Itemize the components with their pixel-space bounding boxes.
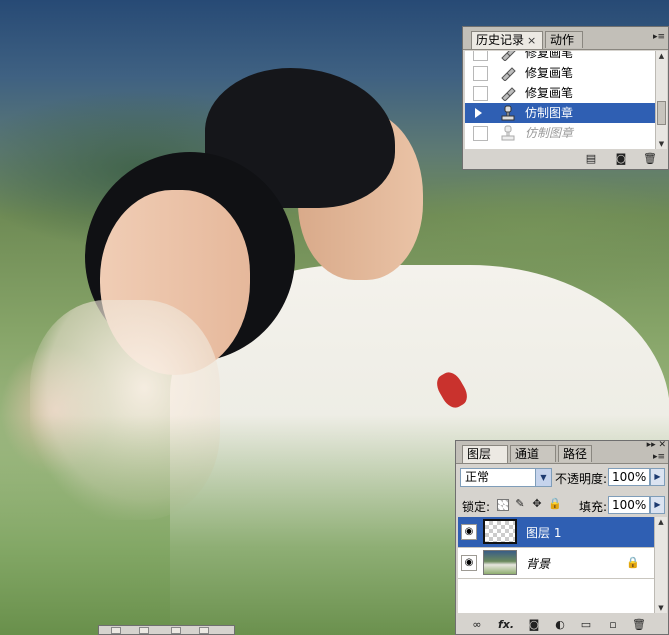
layers-tabbar: 图层× 通道× 路径 ▸▸ ✕ ▸≡ xyxy=(456,440,668,478)
fill-slider-button[interactable]: ▶ xyxy=(650,496,665,514)
lock-transparent-icon[interactable] xyxy=(497,499,509,511)
chevron-down-icon[interactable]: ▼ xyxy=(535,469,551,486)
history-item-label: 仿制图章 xyxy=(525,126,574,140)
layer-name[interactable]: 图层 1 xyxy=(526,524,561,541)
history-panel: 历史记录 × 动作 ▸≡ 修复画笔 修复画笔 修复画笔 仿制图章 仿制图章 ▲ … xyxy=(462,26,669,170)
blend-mode-value: 正常 xyxy=(465,470,490,484)
close-icon[interactable]: × xyxy=(527,34,536,47)
lock-all-icon[interactable]: 🔒 xyxy=(548,498,562,510)
history-tabbar: 历史记录 × 动作 ▸≡ xyxy=(463,27,668,50)
panel-menu-icon[interactable]: ▸≡ xyxy=(653,31,665,44)
opacity-field[interactable]: 100% xyxy=(608,468,650,486)
opacity-slider-button[interactable]: ▶ xyxy=(650,468,665,486)
tab-layers-label: 图层 xyxy=(467,447,492,461)
history-item-undone[interactable]: 仿制图章 xyxy=(465,123,655,143)
lock-icon: 🔒 xyxy=(626,556,640,569)
layer-mask-icon[interactable]: ◙ xyxy=(527,618,541,631)
layers-scrollbar[interactable]: ▲ ▼ xyxy=(654,517,667,613)
partial-toolbar xyxy=(98,625,235,635)
eye-icon[interactable]: ◉ xyxy=(461,524,477,540)
layers-list: ◉ 图层 1 ◉ 背景 🔒 xyxy=(458,517,654,613)
layer-thumbnail[interactable] xyxy=(483,550,517,575)
lock-label: 锁定: xyxy=(462,500,491,514)
lock-move-icon[interactable]: ✥ xyxy=(531,498,543,510)
history-item[interactable]: 修复画笔 xyxy=(465,83,655,103)
scroll-down-icon[interactable]: ▼ xyxy=(656,139,667,149)
healing-brush-icon xyxy=(501,87,516,101)
history-item-selected[interactable]: 仿制图章 xyxy=(465,103,655,123)
history-source-checkbox[interactable] xyxy=(473,51,488,61)
tool-button[interactable] xyxy=(139,627,149,634)
history-item-label: 修复画笔 xyxy=(525,51,574,60)
history-item[interactable]: 修复画笔 xyxy=(465,63,655,83)
history-source-checkbox[interactable] xyxy=(473,126,488,141)
healing-brush-icon xyxy=(501,67,516,81)
clone-stamp-icon xyxy=(501,105,515,121)
adjustment-layer-icon[interactable]: ◐ xyxy=(553,618,567,631)
tool-button[interactable] xyxy=(199,627,209,634)
new-document-from-state-icon[interactable]: ▤ xyxy=(584,153,598,165)
tab-channels[interactable]: 通道× xyxy=(510,445,556,478)
history-item-label: 修复画笔 xyxy=(525,66,574,80)
trash-icon[interactable]: 🗑 xyxy=(632,618,646,631)
tab-actions-label: 动作 xyxy=(550,33,575,47)
layer-name[interactable]: 背景 xyxy=(526,555,550,572)
new-layer-icon[interactable]: ▫ xyxy=(606,618,620,631)
link-layers-icon[interactable]: ∞ xyxy=(470,618,484,631)
eye-icon[interactable]: ◉ xyxy=(461,555,477,571)
layer-thumbnail[interactable] xyxy=(483,519,517,544)
tab-history-label: 历史记录 xyxy=(476,33,525,47)
layer-row-background[interactable]: ◉ 背景 🔒 xyxy=(458,548,654,579)
close-panel-icon[interactable]: ▸▸ ✕ xyxy=(647,440,666,450)
layers-panel: 图层× 通道× 路径 ▸▸ ✕ ▸≡ 正常 ▼ 不透明度: 100% ▶ 锁定:… xyxy=(455,440,669,635)
fill-field[interactable]: 100% xyxy=(608,496,650,514)
tab-channels-label: 通道 xyxy=(515,447,540,461)
history-item[interactable]: 修复画笔 xyxy=(465,51,655,63)
layer-row-layer1[interactable]: ◉ 图层 1 xyxy=(458,517,654,548)
clone-stamp-icon xyxy=(501,125,515,141)
layers-footer: ∞ fx. ◙ ◐ ▭ ▫ 🗑 xyxy=(456,614,668,634)
healing-brush-icon xyxy=(501,51,516,61)
history-item-label: 修复画笔 xyxy=(525,86,574,100)
scroll-up-icon[interactable]: ▲ xyxy=(655,517,667,527)
scroll-thumb[interactable] xyxy=(657,101,666,125)
tab-paths-label: 路径 xyxy=(563,447,588,461)
history-source-checkbox[interactable] xyxy=(473,86,488,101)
panel-menu-icon[interactable]: ▸≡ xyxy=(653,451,665,464)
fx-icon[interactable]: fx. xyxy=(496,618,516,631)
history-item-label: 仿制图章 xyxy=(525,106,574,120)
scroll-down-icon[interactable]: ▼ xyxy=(655,603,667,613)
tool-button[interactable] xyxy=(171,627,181,634)
history-list: 修复画笔 修复画笔 修复画笔 仿制图章 仿制图章 xyxy=(465,51,655,149)
snapshot-camera-icon[interactable]: ◙ xyxy=(614,153,628,165)
tab-history[interactable]: 历史记录 × xyxy=(471,31,543,49)
lock-paint-icon[interactable]: ✎ xyxy=(514,498,526,510)
fill-label: 填充: xyxy=(579,500,608,514)
tab-paths[interactable]: 路径 xyxy=(558,445,592,462)
history-state-marker[interactable] xyxy=(473,106,486,119)
group-folder-icon[interactable]: ▭ xyxy=(579,618,593,631)
tab-actions[interactable]: 动作 xyxy=(545,31,583,48)
scroll-up-icon[interactable]: ▲ xyxy=(656,51,667,61)
blend-mode-select[interactable]: 正常 ▼ xyxy=(460,468,552,487)
history-scrollbar[interactable]: ▲ ▼ xyxy=(655,51,667,149)
tab-layers[interactable]: 图层× xyxy=(462,445,508,478)
opacity-label: 不透明度: xyxy=(555,472,608,486)
trash-icon[interactable]: 🗑 xyxy=(643,153,657,165)
history-source-checkbox[interactable] xyxy=(473,66,488,81)
history-footer: ▤ ◙ 🗑 xyxy=(463,151,668,169)
tool-button[interactable] xyxy=(111,627,121,634)
